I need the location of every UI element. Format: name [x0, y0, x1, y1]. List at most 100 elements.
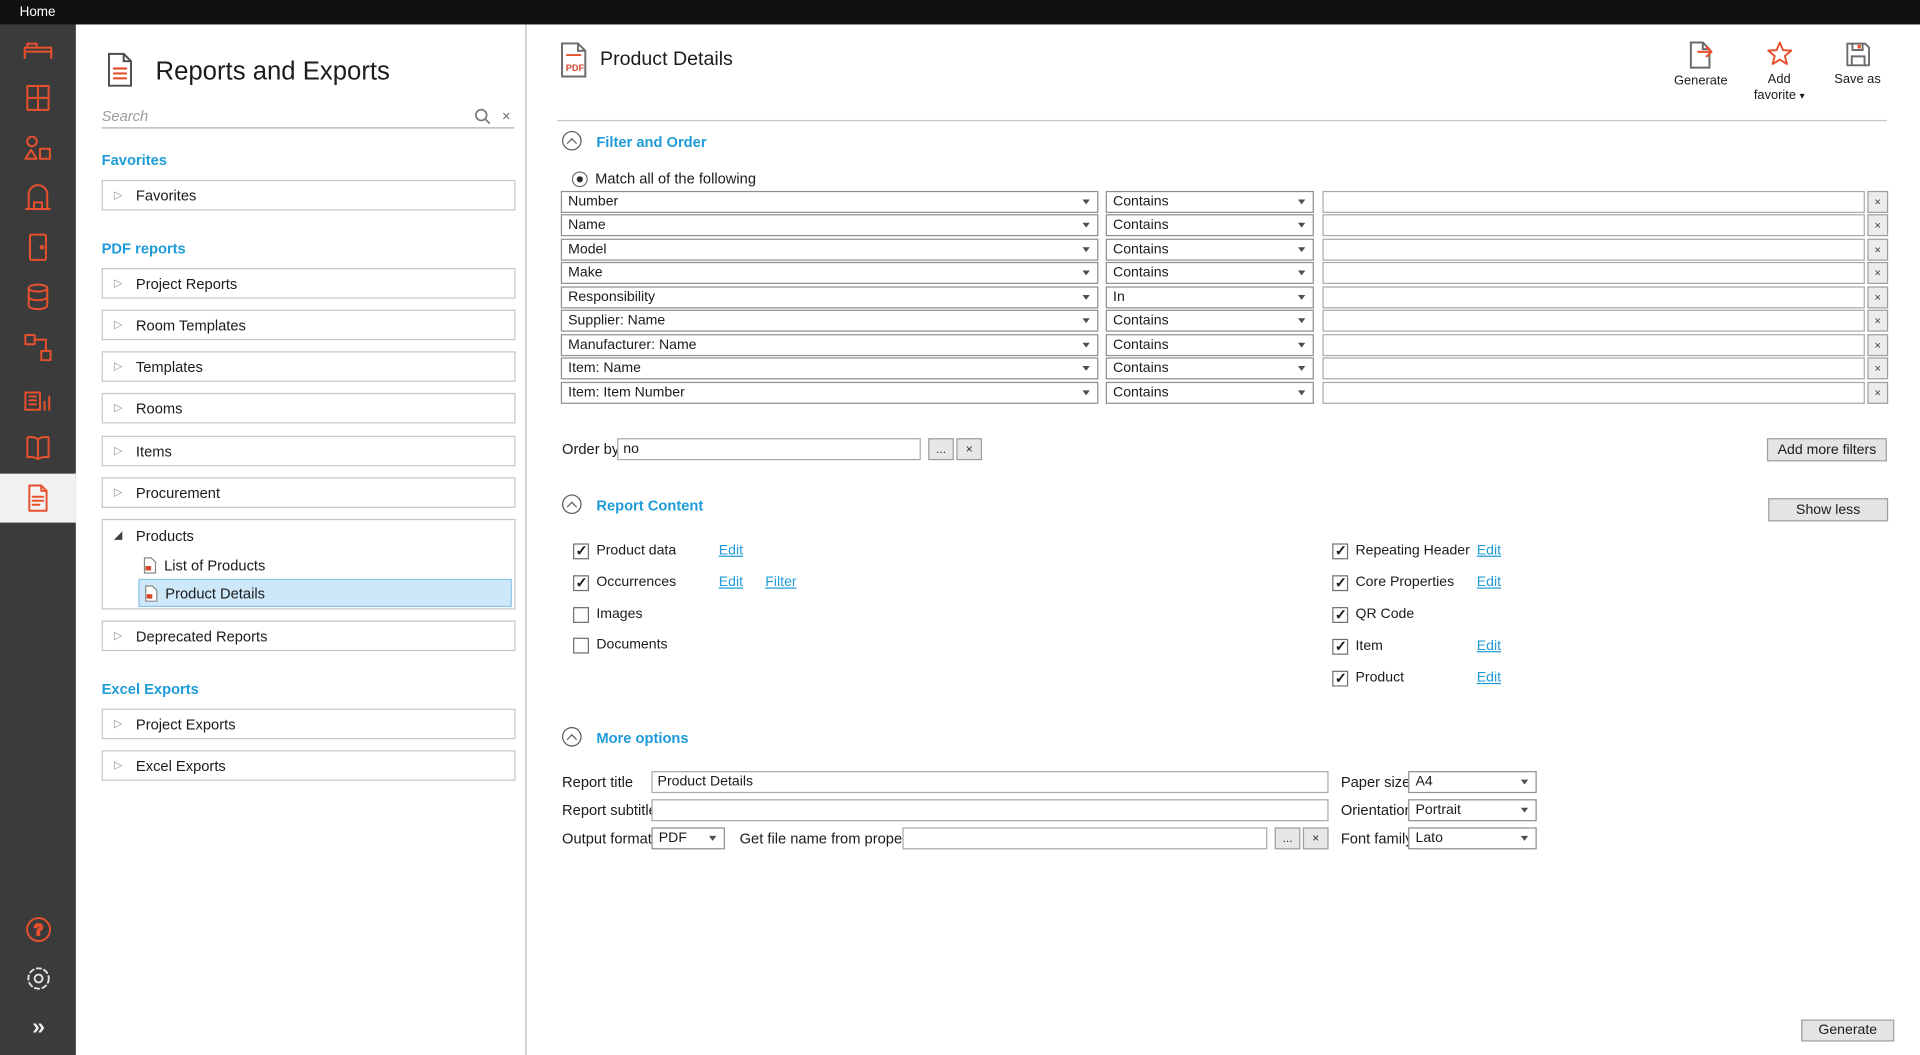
add-favorite-toolbar-button[interactable]: Add favorite ▾	[1749, 39, 1810, 103]
sidebar-item-list-of-products[interactable]: List of Products	[138, 551, 511, 579]
order-by-clear-button[interactable]: ×	[956, 438, 982, 460]
edit-link[interactable]: Edit	[1477, 543, 1501, 558]
edit-link[interactable]: Edit	[1477, 671, 1501, 686]
sidebar-item-deprecated-reports[interactable]: ▷ Deprecated Reports	[102, 621, 516, 652]
filter-field-select[interactable]: Make	[561, 262, 1099, 284]
file-name-browse-button[interactable]: ...	[1275, 827, 1301, 849]
filter-operator-select[interactable]: Contains	[1106, 215, 1314, 237]
checkbox-images[interactable]	[573, 606, 589, 622]
filter-value-input[interactable]	[1322, 191, 1864, 213]
filter-operator-select[interactable]: Contains	[1106, 239, 1314, 261]
rail-item-settings[interactable]	[0, 955, 76, 1002]
remove-filter-button[interactable]: ×	[1867, 334, 1888, 356]
filter-field-select[interactable]: Name	[561, 215, 1099, 237]
checkbox-documents[interactable]	[573, 637, 589, 653]
filter-operator-select[interactable]: Contains	[1106, 310, 1314, 332]
sidebar-item-product-details[interactable]: Product Details	[138, 579, 511, 607]
output-format-select[interactable]: PDF	[651, 827, 724, 849]
edit-link[interactable]: Edit	[719, 543, 743, 558]
sidebar-item-project-reports[interactable]: ▷ Project Reports	[102, 268, 516, 299]
edit-link[interactable]: Edit	[719, 575, 743, 590]
filter-value-input[interactable]	[1322, 286, 1864, 308]
add-more-filters-button[interactable]: Add more filters	[1767, 438, 1887, 461]
rail-item-cabinet[interactable]	[0, 73, 76, 122]
report-title-input[interactable]	[651, 771, 1328, 793]
sidebar-item-templates[interactable]: ▷ Templates	[102, 351, 516, 382]
checkbox-qr-code[interactable]	[1332, 606, 1348, 622]
match-all-radio[interactable]: Match all of the following	[572, 170, 756, 187]
sidebar-item-room-templates[interactable]: ▷ Room Templates	[102, 310, 516, 341]
collapse-filter-section-button[interactable]	[562, 131, 582, 151]
rail-item-furniture[interactable]	[0, 24, 76, 73]
generate-button[interactable]: Generate	[1801, 1020, 1894, 1042]
checkbox-repeating-header[interactable]	[1332, 543, 1348, 559]
orientation-select[interactable]: Portrait	[1408, 799, 1537, 821]
collapse-options-section-button[interactable]	[562, 727, 582, 747]
sidebar-item-project-exports[interactable]: ▷ Project Exports	[102, 709, 516, 740]
sidebar-item-favorites[interactable]: ▷ Favorites	[102, 180, 516, 211]
filter-operator-select[interactable]: In	[1106, 286, 1314, 308]
rail-item-database[interactable]	[0, 273, 76, 322]
remove-filter-button[interactable]: ×	[1867, 286, 1888, 308]
filter-link[interactable]: Filter	[765, 575, 796, 590]
filter-value-input[interactable]	[1322, 239, 1864, 261]
filter-value-input[interactable]	[1322, 262, 1864, 284]
rail-item-reports[interactable]	[0, 474, 76, 523]
filter-field-select[interactable]: Responsibility	[561, 286, 1099, 308]
filter-field-select[interactable]: Item: Name	[561, 358, 1099, 380]
filter-value-input[interactable]	[1322, 382, 1864, 404]
checkbox-core-properties[interactable]	[1332, 575, 1348, 591]
filter-field-select[interactable]: Item: Item Number	[561, 382, 1099, 404]
rail-item-expand[interactable]: »	[0, 1004, 76, 1053]
sidebar-item-items[interactable]: ▷ Items	[102, 436, 516, 467]
file-name-clear-button[interactable]: ×	[1303, 827, 1329, 849]
remove-filter-button[interactable]: ×	[1867, 382, 1888, 404]
filter-operator-select[interactable]: Contains	[1106, 262, 1314, 284]
filter-field-select[interactable]: Model	[561, 239, 1099, 261]
rail-item-help[interactable]: ?	[0, 906, 76, 953]
checkbox-product[interactable]	[1332, 670, 1348, 686]
filter-value-input[interactable]	[1322, 310, 1864, 332]
filter-field-select[interactable]: Supplier: Name	[561, 310, 1099, 332]
filter-value-input[interactable]	[1322, 215, 1864, 237]
sidebar-item-procurement[interactable]: ▷ Procurement	[102, 477, 516, 508]
rail-item-catalog[interactable]	[0, 423, 76, 472]
checkbox-product-data[interactable]	[573, 543, 589, 559]
sidebar-item-products[interactable]: ◢ Products	[103, 520, 514, 551]
remove-filter-button[interactable]: ×	[1867, 310, 1888, 332]
remove-filter-button[interactable]: ×	[1867, 191, 1888, 213]
paper-size-select[interactable]: A4	[1408, 771, 1537, 793]
sidebar-item-excel-exports[interactable]: ▷ Excel Exports	[102, 750, 516, 781]
save-as-toolbar-button[interactable]: Save as	[1827, 39, 1888, 87]
generate-toolbar-button[interactable]: Generate	[1670, 39, 1731, 89]
report-subtitle-input[interactable]	[651, 799, 1328, 821]
sidebar-item-rooms[interactable]: ▷ Rooms	[102, 393, 516, 424]
edit-link[interactable]: Edit	[1477, 639, 1501, 654]
filter-value-input[interactable]	[1322, 334, 1864, 356]
file-name-property-input[interactable]	[902, 827, 1267, 849]
rail-item-equipment[interactable]	[0, 173, 76, 222]
remove-filter-button[interactable]: ×	[1867, 215, 1888, 237]
rail-item-door[interactable]	[0, 223, 76, 272]
rail-item-systems[interactable]	[0, 323, 76, 372]
filter-value-input[interactable]	[1322, 358, 1864, 380]
edit-link[interactable]: Edit	[1477, 575, 1501, 590]
filter-operator-select[interactable]: Contains	[1106, 382, 1314, 404]
search-input[interactable]	[102, 108, 467, 125]
filter-operator-select[interactable]: Contains	[1106, 358, 1314, 380]
rail-item-objects[interactable]	[0, 124, 76, 173]
collapse-content-section-button[interactable]	[562, 494, 582, 514]
clear-search-icon[interactable]: ×	[498, 108, 514, 125]
remove-filter-button[interactable]: ×	[1867, 239, 1888, 261]
remove-filter-button[interactable]: ×	[1867, 358, 1888, 380]
show-less-button[interactable]: Show less	[1768, 498, 1888, 521]
checkbox-item[interactable]	[1332, 638, 1348, 654]
search-icon[interactable]	[474, 108, 491, 125]
filter-field-select[interactable]: Manufacturer: Name	[561, 334, 1099, 356]
font-family-select[interactable]: Lato	[1408, 827, 1537, 849]
rail-item-building-chart[interactable]	[0, 373, 76, 422]
checkbox-occurrences[interactable]	[573, 575, 589, 591]
order-by-browse-button[interactable]: ...	[928, 438, 954, 460]
filter-field-select[interactable]: Number	[561, 191, 1099, 213]
order-by-input[interactable]	[617, 438, 921, 460]
